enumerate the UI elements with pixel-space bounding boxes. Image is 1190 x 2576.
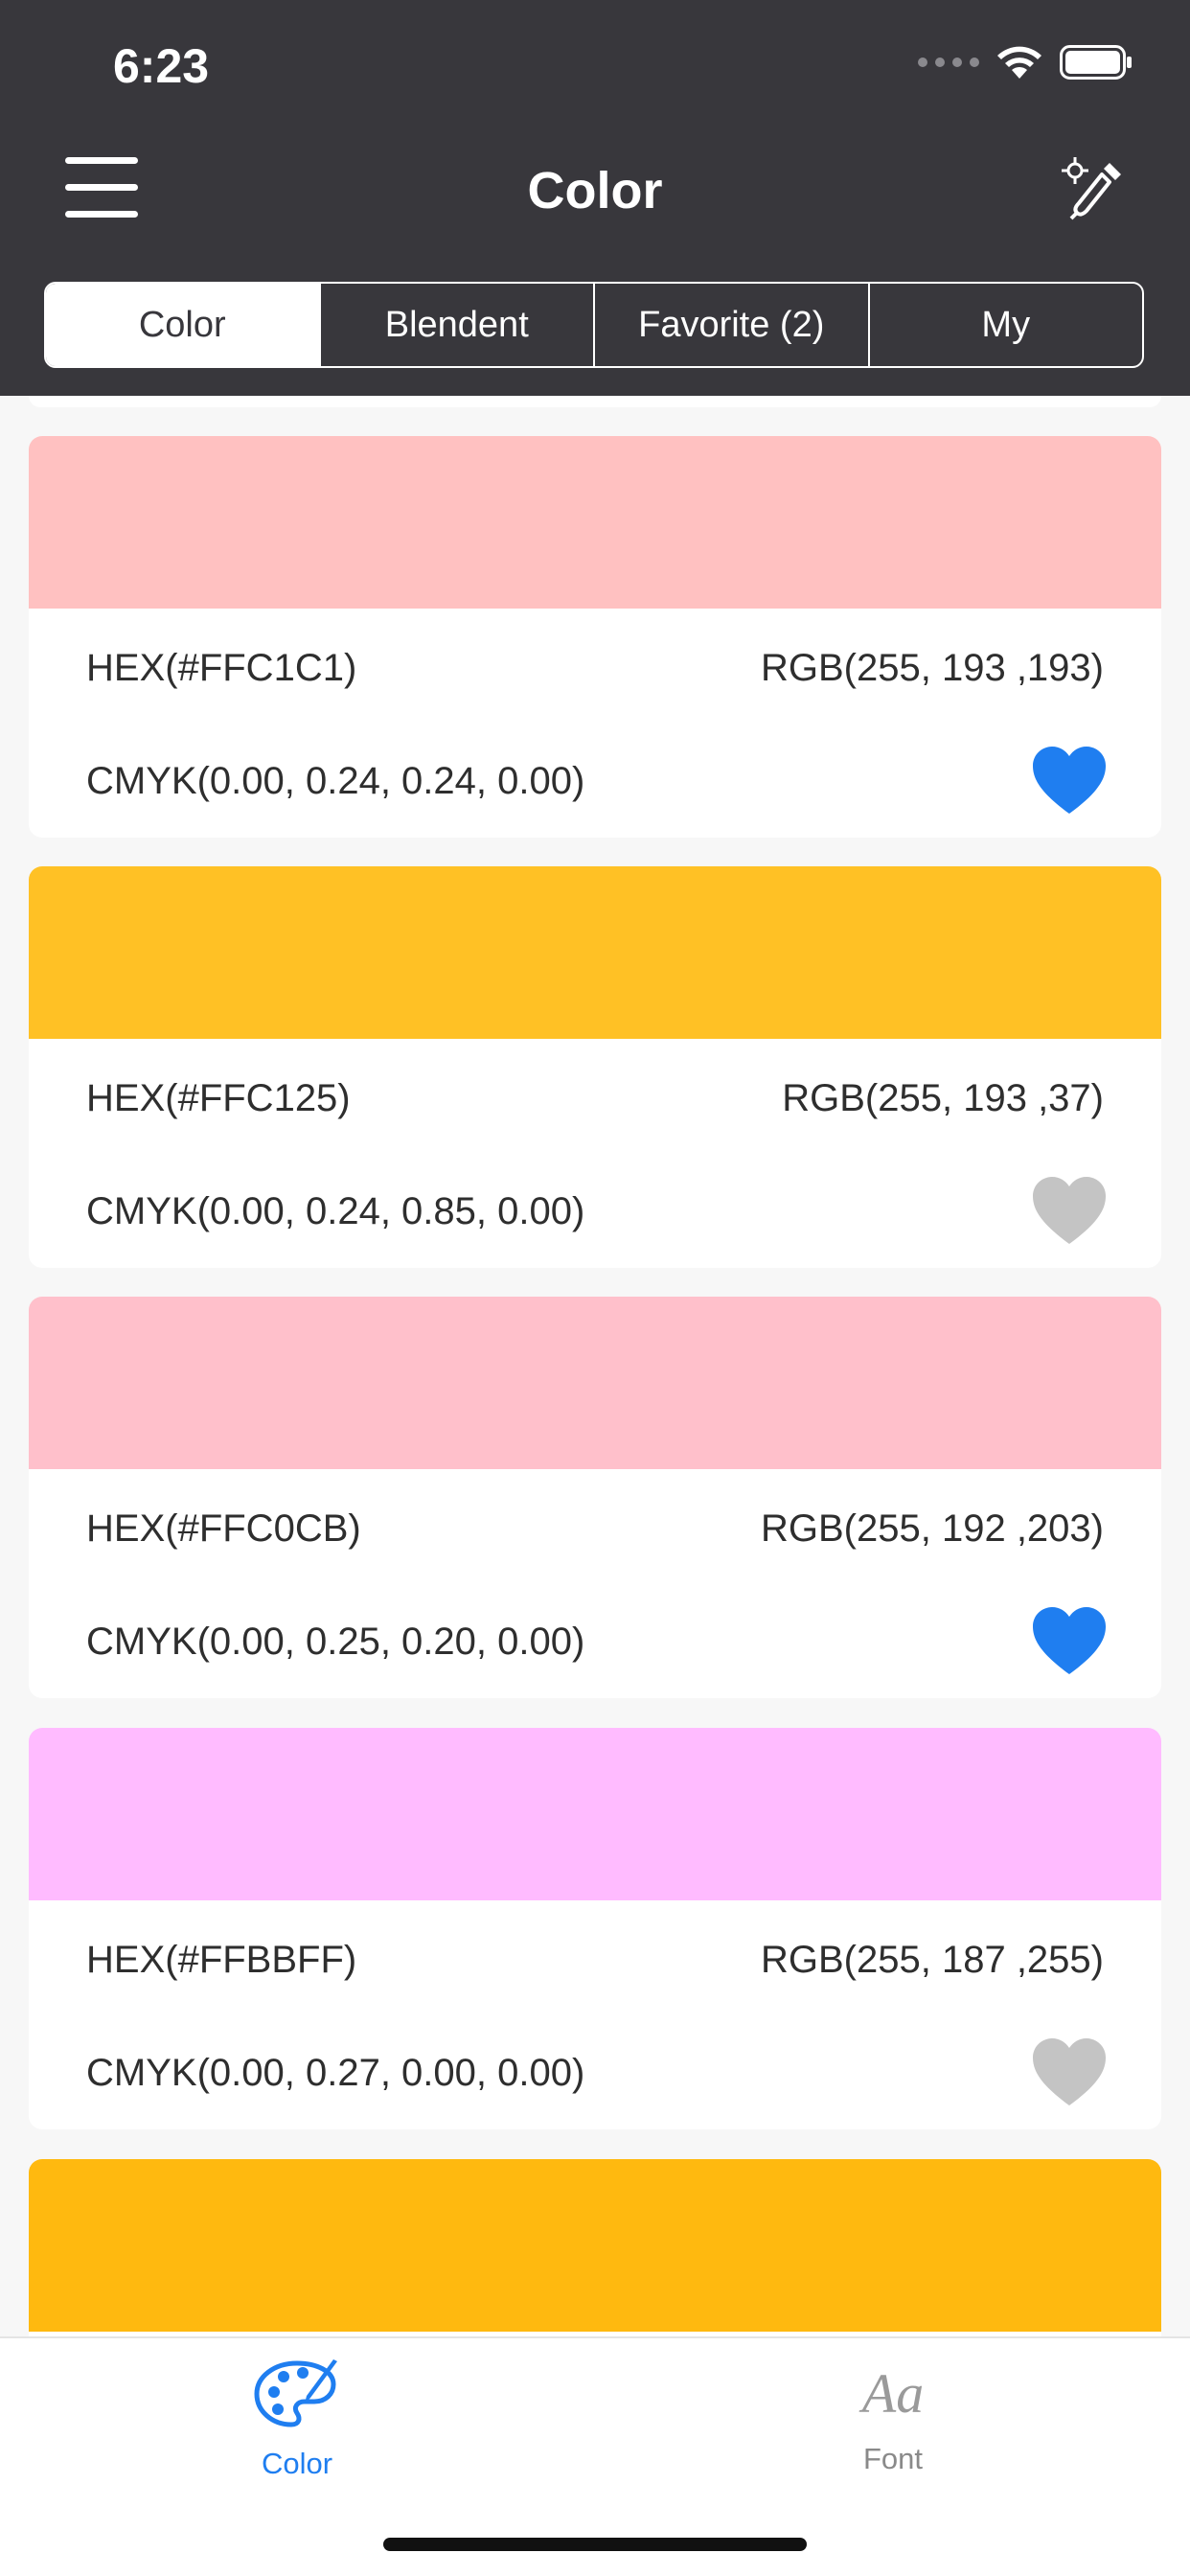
tab-color-label: Color: [261, 2447, 333, 2480]
color-swatch: [29, 1728, 1161, 1900]
color-swatch: [29, 436, 1161, 609]
heart-icon[interactable]: [1031, 1177, 1108, 1246]
eyedropper-icon: [1062, 157, 1121, 220]
category-segmented-control: Color Blendent Favorite (2) My: [44, 282, 1144, 368]
cmyk-value: CMYK(0.00, 0.25, 0.20, 0.00): [86, 1621, 585, 1663]
heart-icon[interactable]: [1031, 747, 1108, 816]
heart-icon[interactable]: [1031, 1607, 1108, 1676]
status-time: 6:23: [113, 39, 210, 93]
hex-value: HEX(#FFC1C1): [86, 647, 357, 689]
segment-blendent[interactable]: Blendent: [318, 284, 594, 366]
palette-icon: [254, 2359, 337, 2427]
hex-value: HEX(#FFBBFF): [86, 1939, 357, 1981]
eyedropper-button[interactable]: [1058, 153, 1131, 226]
hex-value: HEX(#FFC0CB): [86, 1507, 361, 1550]
home-indicator: [383, 2538, 807, 2551]
color-card[interactable]: HEX(#FFBBFF) RGB(255, 187 ,255) CMYK(0.0…: [29, 1728, 1161, 2129]
color-card[interactable]: HEX(#FFC125) RGB(255, 193 ,37) CMYK(0.00…: [29, 866, 1161, 1268]
color-card[interactable]: HEX(#FFC1C1) RGB(255, 193 ,193) CMYK(0.0…: [29, 436, 1161, 838]
tab-color[interactable]: Color: [182, 2358, 412, 2481]
cmyk-value: CMYK(0.00, 0.24, 0.24, 0.00): [86, 760, 585, 802]
navigation-header: 6:23 Color Color Blendent Favorite (2) M…: [0, 0, 1190, 396]
rgb-value: RGB(255, 193 ,193): [761, 647, 1104, 689]
color-list[interactable]: HEX(#FFC1C1) RGB(255, 193 ,193) CMYK(0.0…: [0, 396, 1190, 2336]
battery-icon: [1060, 45, 1132, 80]
tab-font[interactable]: Aa Font: [778, 2358, 1008, 2476]
page-title: Color: [527, 162, 663, 219]
rgb-value: RGB(255, 192 ,203): [761, 1507, 1104, 1550]
font-aa-icon: Aa: [861, 2362, 925, 2425]
signal-icon: [918, 58, 979, 67]
hex-value: HEX(#FFC125): [86, 1077, 351, 1119]
color-swatch: [29, 2159, 1161, 2332]
color-card[interactable]: [29, 2159, 1161, 2336]
color-swatch: [29, 1297, 1161, 1469]
segment-favorite[interactable]: Favorite (2): [593, 284, 868, 366]
segment-color[interactable]: Color: [46, 284, 319, 366]
rgb-value: RGB(255, 187 ,255): [761, 1939, 1104, 1981]
color-swatch: [29, 866, 1161, 1039]
heart-icon[interactable]: [1031, 2038, 1108, 2107]
previous-card-edge: [29, 396, 1161, 407]
wifi-icon: [997, 46, 1041, 79]
rgb-value: RGB(255, 193 ,37): [782, 1077, 1104, 1119]
tab-font-label: Font: [862, 2442, 924, 2475]
cmyk-value: CMYK(0.00, 0.24, 0.85, 0.00): [86, 1190, 585, 1232]
cmyk-value: CMYK(0.00, 0.27, 0.00, 0.00): [86, 2052, 585, 2094]
color-card[interactable]: HEX(#FFC0CB) RGB(255, 192 ,203) CMYK(0.0…: [29, 1297, 1161, 1698]
segment-my[interactable]: My: [867, 284, 1143, 366]
status-icons: [918, 44, 1133, 80]
